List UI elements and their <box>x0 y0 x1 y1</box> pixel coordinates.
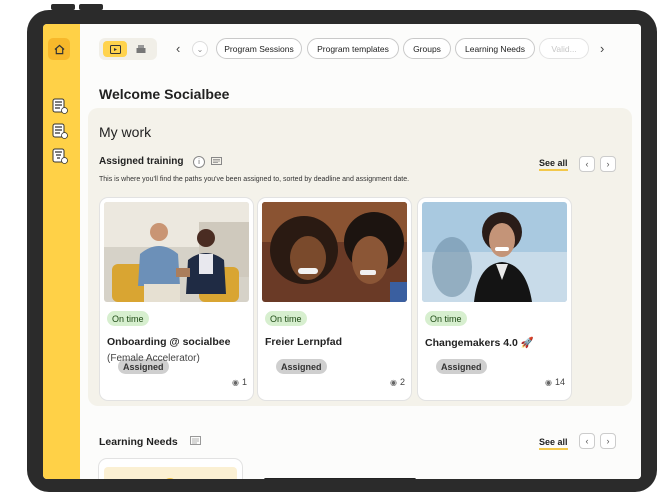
group-icon: ◉ <box>232 377 239 387</box>
see-all-link[interactable]: See all <box>539 437 568 450</box>
book-icon <box>211 157 222 167</box>
view-toggle-presentation[interactable] <box>103 41 127 57</box>
assignment-badge: Assigned <box>436 359 487 374</box>
view-switcher <box>99 38 157 60</box>
hardware-button <box>79 4 103 10</box>
scroll-left-button[interactable]: ‹ <box>579 433 595 449</box>
hardware-button <box>51 4 75 10</box>
section-heading: My work <box>99 124 152 140</box>
count-value: 1 <box>241 377 247 387</box>
participant-count: ◉ 14 <box>545 377 565 387</box>
group-icon: ◉ <box>545 377 552 387</box>
my-work-section: My work Assigned training i This is wher… <box>88 108 632 406</box>
organization-icon <box>136 45 146 53</box>
sidebar-item-list-2[interactable] <box>51 122 69 140</box>
participant-count: ◉ 2 <box>390 377 405 387</box>
tab-valid[interactable]: Valid... <box>539 38 589 59</box>
list-icon <box>52 123 68 139</box>
tab-program-templates[interactable]: Program templates <box>307 38 399 59</box>
tab-groups[interactable]: Groups <box>403 38 451 59</box>
card-tags: On time Assigned <box>425 311 487 374</box>
status-badge: On time <box>107 311 149 326</box>
assigned-training-title: Assigned training <box>99 156 184 167</box>
scroll-left-button[interactable]: ‹ <box>579 156 595 172</box>
training-image <box>422 202 567 302</box>
training-image <box>104 202 249 302</box>
presentation-icon <box>109 44 121 54</box>
scroll-right-button[interactable]: › <box>600 156 616 172</box>
training-image <box>262 202 407 302</box>
page-title: Welcome Socialbee <box>99 86 230 102</box>
training-card[interactable]: On time Assigned Changemakers 4.0 🚀 ◉ 14 <box>418 198 571 400</box>
filter-list-icon <box>52 148 68 164</box>
screen: ‹ ⌄ Program Sessions Program templates G… <box>43 24 641 479</box>
status-badge: On time <box>265 311 307 326</box>
card-title: Onboarding @ socialbee <box>107 336 231 348</box>
card-subtitle: (Female Accelerator) <box>107 353 200 364</box>
home-button[interactable] <box>48 38 70 60</box>
view-toggle-organization[interactable] <box>131 41 151 57</box>
group-icon: ◉ <box>390 377 397 387</box>
card-tags: On time Assigned <box>107 311 169 374</box>
training-card[interactable]: On time Assigned Onboarding @ socialbee … <box>100 198 253 400</box>
info-icon[interactable]: i <box>193 156 205 168</box>
status-badge: On time <box>425 311 467 326</box>
sidebar <box>43 24 80 479</box>
home-icon <box>54 44 64 54</box>
sidebar-item-filter[interactable] <box>51 147 69 165</box>
main-content: ‹ ⌄ Program Sessions Program templates G… <box>80 24 641 479</box>
book-icon <box>190 436 201 447</box>
training-card[interactable]: On time Assigned Freier Lernpfad ◉ 2 <box>258 198 411 400</box>
card-title: Changemakers 4.0 🚀 <box>425 337 534 349</box>
tablet-frame: ‹ ⌄ Program Sessions Program templates G… <box>27 4 657 492</box>
chevron-right-icon[interactable]: › <box>600 41 604 56</box>
see-all-link[interactable]: See all <box>539 158 568 171</box>
assigned-training-description: This is where you'll find the paths you'… <box>99 176 410 183</box>
tab-program-sessions[interactable]: Program Sessions <box>216 38 302 59</box>
home-indicator[interactable] <box>264 478 416 479</box>
scroll-right-button[interactable]: › <box>600 433 616 449</box>
tab-learning-needs[interactable]: Learning Needs <box>455 38 535 59</box>
participant-count: ◉ 1 <box>232 377 247 387</box>
sidebar-item-list-1[interactable] <box>51 97 69 115</box>
list-icon <box>52 98 68 114</box>
learning-needs-title: Learning Needs <box>99 436 178 448</box>
learning-need-image <box>104 467 237 479</box>
assignment-badge: Assigned <box>276 359 327 374</box>
card-tags: On time Assigned <box>265 311 327 374</box>
chevron-left-icon[interactable]: ‹ <box>176 41 180 56</box>
count-value: 14 <box>554 377 565 387</box>
chevron-down-icon[interactable]: ⌄ <box>192 41 208 57</box>
top-navigation: ‹ ⌄ Program Sessions Program templates G… <box>80 38 641 62</box>
count-value: 2 <box>399 377 405 387</box>
card-title: Freier Lernpfad <box>265 336 343 348</box>
learning-need-card[interactable] <box>99 459 242 479</box>
